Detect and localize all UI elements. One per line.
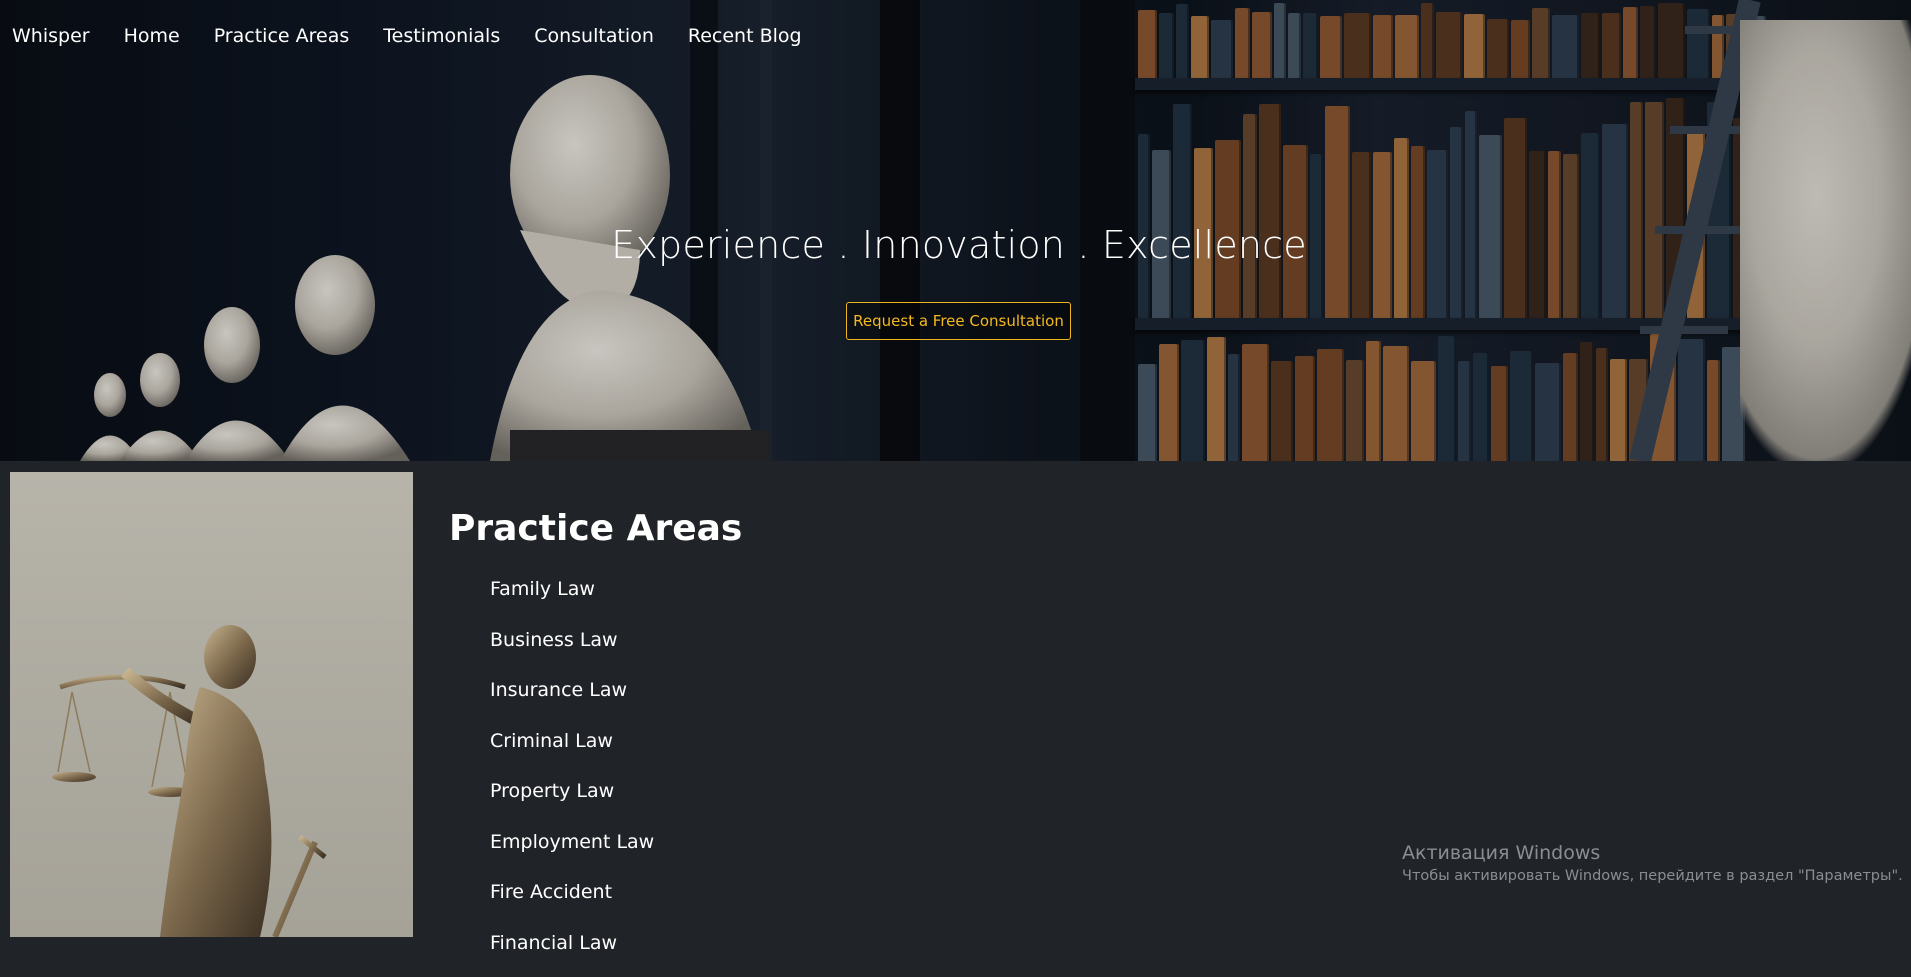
nav-item-home[interactable]: Home (124, 25, 180, 47)
nav-item-testimonials[interactable]: Testimonials (383, 25, 500, 47)
request-consultation-button[interactable]: Request a Free Consultation (846, 302, 1071, 340)
watermark-subtitle: Чтобы активировать Windows, перейдите в … (1402, 868, 1903, 884)
practice-item-employment-law[interactable]: Employment Law (490, 826, 654, 877)
practice-item-property-law[interactable]: Property Law (490, 775, 654, 826)
nav-item-recent-blog[interactable]: Recent Blog (688, 25, 802, 47)
practice-item-criminal-law[interactable]: Criminal Law (490, 725, 654, 776)
watermark-title: Активация Windows (1402, 842, 1903, 864)
nav-brand-whisper[interactable]: Whisper (12, 25, 90, 47)
windows-activation-watermark: Активация Windows Чтобы активировать Win… (1402, 842, 1903, 884)
practice-item-financial-law[interactable]: Financial Law (490, 927, 654, 977)
nav-item-practice-areas[interactable]: Practice Areas (214, 25, 350, 47)
hero-title: Experience . Innovation . Excellence (0, 223, 1911, 267)
lady-justice-icon (10, 472, 413, 937)
practice-areas-list: Family Law Business Law Insurance Law Cr… (490, 573, 654, 977)
practice-item-business-law[interactable]: Business Law (490, 624, 654, 675)
practice-areas-title: Practice Areas (449, 508, 742, 549)
practice-item-fire-accident[interactable]: Fire Accident (490, 876, 654, 927)
practice-item-family-law[interactable]: Family Law (490, 573, 654, 624)
top-navigation: Whisper Home Practice Areas Testimonials… (0, 0, 836, 72)
nav-item-consultation[interactable]: Consultation (534, 25, 654, 47)
lady-justice-image (10, 472, 413, 937)
practice-item-insurance-law[interactable]: Insurance Law (490, 674, 654, 725)
